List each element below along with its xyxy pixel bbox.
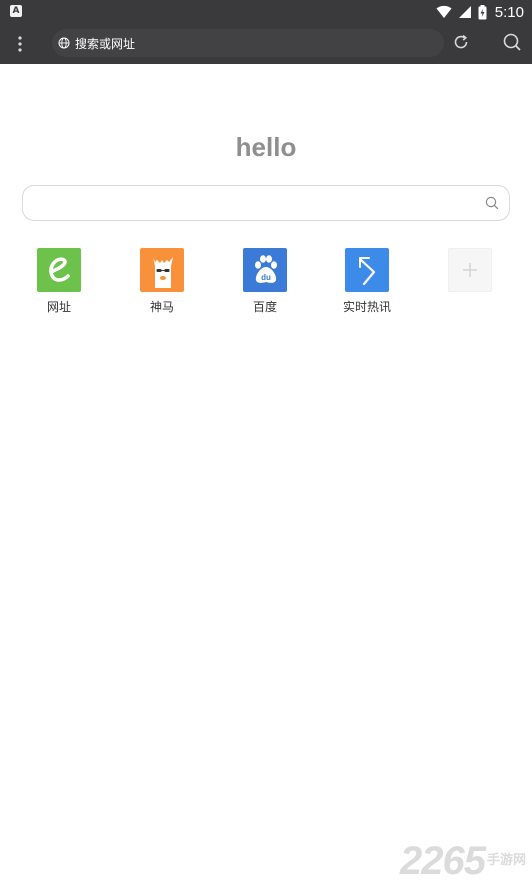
e-letter-icon bbox=[49, 257, 70, 282]
status-bar: A 5:10 bbox=[0, 0, 532, 24]
refresh-icon[interactable] bbox=[452, 33, 470, 51]
battery-icon bbox=[478, 4, 487, 19]
notification-badge: A bbox=[10, 5, 22, 17]
shortcut-tile[interactable] bbox=[345, 248, 389, 292]
watermark-text: 手游网 bbox=[486, 853, 526, 868]
baidu-paw-icon: du bbox=[255, 255, 277, 283]
shortcut-shishirexun[interactable]: 实时热讯 bbox=[322, 248, 412, 315]
shortcut-label: 百度 bbox=[252, 300, 277, 314]
watermark-number: 2265 bbox=[400, 839, 486, 883]
shortcut-label: 神马 bbox=[149, 300, 174, 314]
shortcut-tile[interactable] bbox=[37, 248, 81, 292]
search-box bbox=[22, 185, 510, 221]
watermark: 2265 手游网 bbox=[400, 839, 526, 884]
shortcut-baidu[interactable]: du 百度 bbox=[220, 248, 310, 315]
search-icon[interactable] bbox=[502, 32, 522, 52]
globe-icon bbox=[58, 37, 70, 49]
status-time: 5:10 bbox=[494, 3, 524, 21]
status-icons: 5:10 bbox=[436, 0, 524, 24]
shortcut-shenma[interactable]: 神马 bbox=[117, 248, 207, 315]
shortcut-tile[interactable]: du bbox=[243, 248, 287, 292]
search-input[interactable] bbox=[33, 192, 477, 216]
llama-icon bbox=[153, 257, 173, 288]
menu-dots-icon[interactable] bbox=[10, 32, 30, 56]
shortcut-label: 网址 bbox=[46, 300, 71, 314]
browser-toolbar: 搜索或网址 bbox=[0, 24, 532, 64]
wifi-icon bbox=[436, 5, 452, 18]
address-bar[interactable]: 搜索或网址 bbox=[52, 29, 444, 57]
signal-icon bbox=[458, 6, 471, 18]
svg-text:du: du bbox=[261, 273, 271, 282]
lightning-arrow-icon bbox=[359, 257, 376, 286]
add-shortcut-tile[interactable] bbox=[448, 248, 492, 292]
shortcut-wangzhi[interactable]: 网址 bbox=[14, 248, 104, 315]
shortcut-tile[interactable] bbox=[140, 248, 184, 292]
search-box-icon[interactable] bbox=[485, 196, 499, 210]
shortcut-grid: 网址 神马 du 百度 实时热讯 bbox=[0, 248, 532, 328]
address-bar-text: 搜索或网址 bbox=[75, 37, 136, 51]
shortcut-add[interactable] bbox=[425, 248, 515, 298]
shortcut-label: 实时热讯 bbox=[342, 300, 391, 314]
greeting-title: hello bbox=[235, 132, 297, 162]
browser-home-page: A 5:10 搜索或网址 hello 网址 神马 du 百度 实时热讯 2265… bbox=[0, 0, 532, 894]
plus-icon bbox=[463, 263, 477, 277]
